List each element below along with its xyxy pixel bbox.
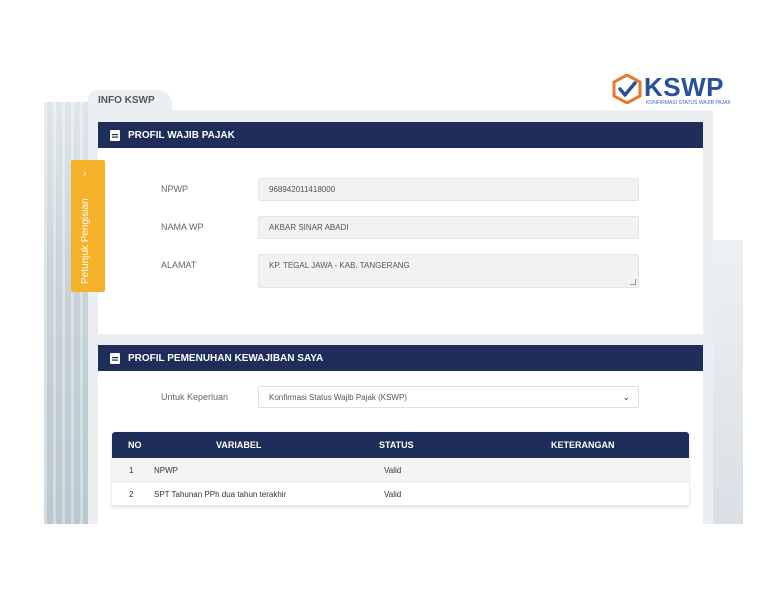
guide-side-tab[interactable]: › Petunjuk Pengisian — [71, 160, 105, 292]
row-no: 2 — [129, 490, 134, 499]
profile-card-header: PROFIL WAJIB PAJAK — [98, 122, 703, 148]
row-status: Valid — [384, 466, 402, 475]
compliance-table: NO VARIABEL STATUS KETERANGAN 1 NPWP Val… — [112, 432, 689, 506]
row-variable: NPWP — [154, 466, 178, 475]
alamat-value: KP. TEGAL JAWA - KAB. TANGERANG — [269, 261, 410, 270]
npwp-label: NPWP — [161, 184, 188, 194]
purpose-select[interactable]: Konfirmasi Status Wajib Pajak (KSWP) ⌄ — [258, 386, 639, 408]
logo-wordmark: KSWP — [644, 72, 724, 102]
kswp-logo: KSWP KONFIRMASI STATUS WAJIB PAJAK — [612, 72, 731, 108]
resize-handle-icon[interactable] — [630, 279, 636, 285]
row-variable: SPT Tahunan PPh dua tahun terakhir — [154, 490, 287, 499]
alamat-label: ALAMAT — [161, 260, 197, 270]
logo-tagline: KONFIRMASI STATUS WAJIB PAJAK — [646, 100, 731, 106]
table-header: NO VARIABEL STATUS KETERANGAN — [112, 432, 689, 458]
document-icon — [110, 129, 120, 141]
header-no: NO — [128, 440, 142, 450]
npwp-field[interactable]: 968942011418000 — [258, 178, 639, 201]
profile-card: PROFIL WAJIB PAJAK NPWP 968942011418000 … — [98, 122, 703, 334]
kswp-logo-icon — [612, 74, 642, 104]
guide-side-tab-label: Petunjuk Pengisian — [80, 198, 91, 284]
nama-wp-field[interactable]: AKBAR SINAR ABADI — [258, 216, 639, 239]
document-icon — [110, 352, 120, 364]
purpose-select-value: Konfirmasi Status Wajib Pajak (KSWP) — [269, 393, 407, 402]
profile-card-title: PROFIL WAJIB PAJAK — [128, 129, 235, 141]
compliance-card-title: PROFIL PEMENUHAN KEWAJIBAN SAYA — [128, 352, 324, 364]
chevron-right-icon: › — [83, 168, 87, 180]
tab-info-kswp[interactable]: INFO KSWP — [88, 90, 172, 112]
table-row: 1 NPWP Valid — [112, 458, 689, 482]
compliance-card-header: PROFIL PEMENUHAN KEWAJIBAN SAYA — [98, 345, 703, 371]
alamat-textarea[interactable]: KP. TEGAL JAWA - KAB. TANGERANG — [258, 254, 639, 288]
row-no: 1 — [129, 466, 134, 475]
header-note: KETERANGAN — [551, 440, 615, 450]
table-row: 2 SPT Tahunan PPh dua tahun terakhir Val… — [112, 482, 689, 506]
header-status: STATUS — [379, 440, 414, 450]
chevron-down-icon: ⌄ — [622, 392, 630, 402]
row-status: Valid — [384, 490, 402, 499]
compliance-card: PROFIL PEMENUHAN KEWAJIBAN SAYA Untuk Ke… — [98, 345, 703, 524]
purpose-label: Untuk Keperluan — [161, 392, 229, 402]
header-variable: VARIABEL — [216, 440, 262, 450]
nama-wp-label: NAMA WP — [161, 222, 204, 232]
